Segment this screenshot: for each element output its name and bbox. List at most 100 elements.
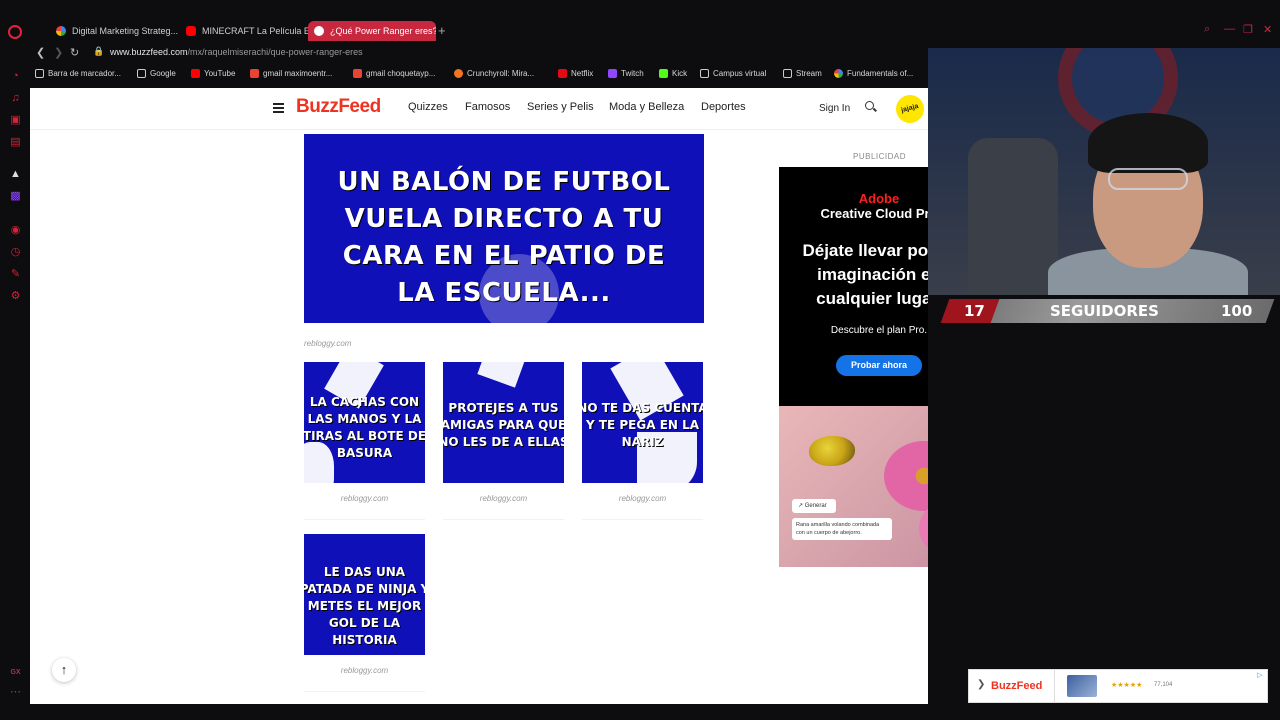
aria-icon[interactable]: ▲	[9, 168, 22, 181]
scroll-to-top-button[interactable]: ↑	[52, 658, 76, 682]
bookmark-google[interactable]: Google	[137, 69, 176, 78]
buzzfeed-logo[interactable]: BuzzFeed	[296, 96, 381, 118]
search-icon[interactable]	[865, 101, 874, 110]
flower-shape	[884, 441, 928, 511]
ad-cta-button[interactable]: Probar ahora	[836, 355, 922, 376]
bookmark-label: gmail maximoentr...	[263, 69, 333, 78]
extensions-icon[interactable]: ✎	[9, 268, 22, 281]
player-icon[interactable]: ◉	[9, 224, 22, 237]
adobe-logo: Adobe	[858, 191, 900, 206]
close-icon[interactable]: ✕	[1263, 23, 1272, 36]
twitch-icon[interactable]: ▩	[9, 190, 22, 203]
tab-minecraft[interactable]: MINECRAFT La Película E...	[180, 21, 308, 41]
maximize-icon[interactable]: ❐	[1243, 23, 1253, 36]
answer-text: LA CACHAS CON LAS MANOS Y LA TIRAS AL BO…	[304, 395, 425, 460]
bookmark-label: YouTube	[204, 69, 236, 78]
url-path: /mx/raquelmiserachi/que-power-ranger-ere…	[187, 47, 363, 57]
search-tabs-icon[interactable]: ⌕	[1204, 23, 1210, 36]
ad-image: ↗ Generar Rana amarilla volando combinad…	[779, 406, 928, 567]
screen: ◔ ♫ ▣ ▤ ▲ ▩ ◉ ◷ ✎ ⚙ GX ⋯ Digital Marketi…	[0, 0, 1280, 720]
bookmark-campus[interactable]: Campus virtual	[700, 69, 766, 78]
bottom-strip	[30, 704, 1280, 720]
jajaja-badge[interactable]: jajaja	[892, 91, 928, 127]
answer-option-4[interactable]: LE DAS UNA PATADA DE NINJA Y METES EL ME…	[304, 534, 425, 655]
answer-credit: rebloggy.com	[582, 484, 703, 520]
site-header: BuzzFeed Quizzes Famosos Series y Pelis …	[30, 88, 928, 130]
answer-option-2[interactable]: PROTEJES A TUS AMIGAS PARA QUE NO LES DE…	[443, 362, 564, 483]
page-icon	[783, 69, 792, 78]
crunchyroll-icon	[454, 69, 463, 78]
bookmark-kick[interactable]: Kick	[659, 69, 687, 78]
kick-icon	[659, 69, 668, 78]
chair-shape	[968, 138, 1058, 295]
bookmark-stream[interactable]: Stream	[783, 69, 822, 78]
netflix-icon	[558, 69, 567, 78]
bookmark-label: Kick	[672, 69, 688, 78]
menu-icon[interactable]	[273, 103, 284, 113]
new-tab-button[interactable]: +	[438, 23, 446, 38]
discord-icon[interactable]: ▤	[9, 136, 22, 149]
adobe-ad[interactable]: Adobe Creative Cloud Pro Déjate llevar p…	[779, 167, 928, 567]
chevron-right-icon[interactable]: ❯	[977, 679, 985, 690]
bottom-ad-logo: BuzzFeed	[991, 680, 1043, 692]
bookmark-crunchyroll[interactable]: Crunchyroll: Mira...	[454, 69, 534, 78]
gmail-icon	[353, 69, 362, 78]
person-hair	[1088, 113, 1208, 173]
rating-count: 77,104	[1154, 682, 1173, 688]
nav-moda[interactable]: Moda y Belleza	[609, 101, 684, 113]
nav-quizzes[interactable]: Quizzes	[408, 101, 448, 113]
nav-series[interactable]: Series y Pelis	[527, 101, 594, 113]
reload-icon[interactable]: ↻	[70, 46, 79, 59]
followers-label: SEGUIDORES	[1050, 302, 1159, 320]
bookmark-twitch[interactable]: Twitch	[608, 69, 644, 78]
messenger-icon[interactable]: ▣	[9, 114, 22, 127]
url-host: www.buzzfeed.com	[110, 47, 188, 57]
bookmark-folder[interactable]: Barra de marcador...	[35, 69, 121, 78]
bookmark-gmail-1[interactable]: gmail maximoentr...	[250, 69, 332, 78]
followers-count-left: 17	[964, 302, 985, 320]
history-icon[interactable]: ◔	[9, 70, 22, 83]
adchoices-icon[interactable]: ▷	[1257, 671, 1262, 679]
answer-option-1[interactable]: LA CACHAS CON LAS MANOS Y LA TIRAS AL BO…	[304, 362, 425, 483]
opera-logo-icon[interactable]	[8, 25, 22, 39]
tab-digital-marketing[interactable]: Digital Marketing Strateg...	[50, 21, 180, 41]
web-page: BuzzFeed Quizzes Famosos Series y Pelis …	[30, 88, 928, 704]
bookmark-label: Barra de marcador...	[48, 69, 121, 78]
ad-subtext: Descubre el plan Pro.	[830, 325, 928, 336]
bottom-ad-bar[interactable]: ❯ BuzzFeed ★★★★★ 77,104 ▷	[968, 669, 1268, 703]
nav-deportes[interactable]: Deportes	[701, 101, 746, 113]
bookmark-label: Netflix	[571, 69, 594, 78]
nav-famosos[interactable]: Famosos	[465, 101, 510, 113]
answer-option-3[interactable]: NO TE DAS CUENTA Y TE PEGA EN LA NARIZ	[582, 362, 703, 483]
youtube-icon	[191, 69, 200, 78]
bookmark-label: Fundamentals of...	[847, 69, 914, 78]
bookmark-fundamentals[interactable]: Fundamentals of...	[834, 69, 913, 78]
sign-in-link[interactable]: Sign In	[819, 103, 850, 114]
minimize-icon[interactable]: —	[1224, 23, 1235, 35]
bookmark-netflix[interactable]: Netflix	[558, 69, 593, 78]
image-credit: rebloggy.com	[304, 339, 352, 348]
prompt-box: Rana amarilla volando combinada con un c…	[792, 518, 892, 540]
settings-icon[interactable]: ⚙	[9, 290, 22, 303]
bookmark-label: Crunchyroll: Mira...	[467, 69, 535, 78]
bookmark-youtube[interactable]: YouTube	[191, 69, 235, 78]
generate-chip-label: Generar	[804, 503, 827, 509]
twitch-icon	[608, 69, 617, 78]
bookmark-gmail-2[interactable]: gmail choquetayp...	[353, 69, 435, 78]
browser-sidebar: ◔ ♫ ▣ ▤ ▲ ▩ ◉ ◷ ✎ ⚙ GX ⋯	[0, 20, 30, 720]
more-icon[interactable]: ⋯	[9, 686, 22, 699]
tab-label: Digital Marketing Strateg...	[72, 26, 179, 36]
webcam-overlay	[928, 48, 1280, 295]
gmail-icon	[250, 69, 259, 78]
url-field[interactable]: www.buzzfeed.com/mx/raquelmiserachi/que-…	[110, 47, 363, 57]
tab-power-ranger[interactable]: ¿Qué Power Ranger eres?	[308, 21, 436, 41]
clock-icon[interactable]: ◷	[9, 246, 22, 259]
back-icon[interactable]: ❮	[36, 46, 45, 59]
answer-credit: rebloggy.com	[443, 484, 564, 520]
forward-icon[interactable]: ❯	[54, 46, 63, 59]
answer-text: NO TE DAS CUENTA Y TE PEGA EN LA NARIZ	[582, 401, 703, 449]
ad-label: PUBLICIDAD	[853, 152, 907, 161]
lock-icon: 🔒	[93, 46, 105, 56]
music-icon[interactable]: ♫	[9, 92, 22, 105]
generate-chip: ↗ Generar	[792, 499, 836, 513]
